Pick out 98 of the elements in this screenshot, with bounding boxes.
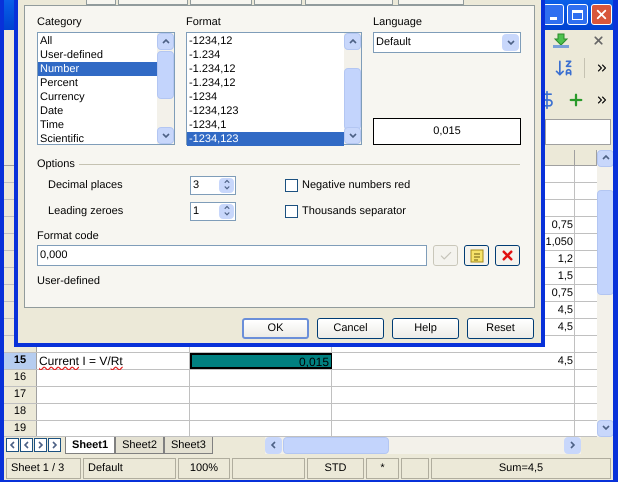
scrollbar[interactable] <box>597 150 613 437</box>
tab-edge[interactable] <box>86 0 116 5</box>
status-field: * <box>366 458 399 479</box>
sheet-nav-button[interactable] <box>6 438 19 452</box>
row-header[interactable]: 15 <box>4 352 37 369</box>
table-cell: 4,5 <box>332 352 575 369</box>
list-item[interactable]: -1.234,12 <box>187 76 344 90</box>
sheet-nav-button[interactable] <box>48 438 61 452</box>
delete-button[interactable] <box>495 245 520 266</box>
language-label: Language <box>373 15 423 30</box>
scrollbar[interactable] <box>157 33 174 144</box>
scroll-down-button[interactable] <box>157 127 174 144</box>
sheet-tab[interactable]: Sheet3 <box>164 436 213 454</box>
download-icon[interactable] <box>552 32 570 49</box>
dropdown-button[interactable] <box>502 34 519 51</box>
row-header[interactable]: 19 <box>4 420 37 436</box>
dialog-button[interactable]: Help <box>392 318 459 339</box>
row-header[interactable]: 17 <box>4 386 37 403</box>
minimize-icon <box>550 17 557 20</box>
list-item[interactable]: Date <box>38 104 157 118</box>
scroll-down-button[interactable] <box>597 420 613 437</box>
horizontal-scrollbar[interactable] <box>265 436 581 454</box>
scroll-up-button[interactable] <box>344 33 361 50</box>
list-item[interactable]: Time <box>38 118 157 132</box>
minimize-button[interactable] <box>543 4 564 26</box>
scroll-down-button[interactable] <box>344 127 361 144</box>
sheet-tab[interactable]: Sheet2 <box>115 436 164 454</box>
tab-edge[interactable] <box>398 0 464 5</box>
list-item[interactable]: Scientific <box>38 132 157 146</box>
scroll-thumb[interactable] <box>157 51 174 99</box>
sheet-tab[interactable]: Sheet1 <box>65 436 116 454</box>
spin-field[interactable]: 3 <box>190 176 236 194</box>
status-field: Sum=4,5 <box>431 458 611 479</box>
maximize-button[interactable] <box>567 4 588 26</box>
format-description: User-defined <box>37 274 101 289</box>
dialog-button[interactable]: OK <box>242 318 309 339</box>
preview-box: 0,015 <box>373 118 521 145</box>
list-item[interactable]: Currency <box>38 90 157 104</box>
chevron-down-icon <box>506 38 514 46</box>
tab-edge[interactable] <box>254 0 302 5</box>
row-header[interactable]: 18 <box>4 404 37 420</box>
list-item[interactable]: -1234 <box>187 90 344 104</box>
close-icon[interactable] <box>592 34 605 48</box>
dialog-button[interactable]: Reset <box>467 318 534 339</box>
dialog-button[interactable]: Cancel <box>317 318 384 339</box>
tab-edge[interactable] <box>118 0 188 5</box>
options-heading: Options <box>37 156 75 172</box>
sheet-nav-button[interactable] <box>20 438 33 452</box>
list-item[interactable]: -1234,123 <box>187 132 344 146</box>
category-label: Category <box>37 15 83 30</box>
scroll-thumb[interactable] <box>283 436 389 454</box>
status-field: STD <box>307 458 364 479</box>
input-field[interactable] <box>545 119 611 146</box>
comment-button[interactable] <box>464 245 489 266</box>
scroll-left-button[interactable] <box>265 436 282 454</box>
close-icon <box>500 248 515 263</box>
add-decimal-icon[interactable] <box>567 90 585 109</box>
scroll-right-button[interactable] <box>564 436 581 454</box>
scroll-up-button[interactable] <box>157 33 174 50</box>
status-field: Default <box>83 458 176 479</box>
spin-buttons[interactable] <box>219 204 234 218</box>
tab-edge[interactable] <box>190 0 252 5</box>
spin-buttons[interactable] <box>219 178 234 192</box>
sort-descending-icon[interactable] <box>554 58 574 78</box>
tab-edge[interactable] <box>305 0 393 5</box>
status-field: Sheet 1 / 3 <box>6 458 81 479</box>
option-label: Decimal places <box>48 178 124 193</box>
format-label: Format <box>186 15 222 30</box>
list-item[interactable]: -1.234,12 <box>187 62 344 76</box>
list-item[interactable]: -1234,1 <box>187 118 344 132</box>
spin-field[interactable]: 1 <box>190 202 236 220</box>
sheet-nav-button[interactable] <box>34 438 47 452</box>
checkbox[interactable] <box>285 204 298 218</box>
list-item[interactable]: -1234,123 <box>187 104 344 118</box>
list-item[interactable]: User-defined <box>38 48 157 62</box>
note-icon <box>470 248 484 262</box>
format-code-field[interactable]: 0,000 <box>37 245 427 266</box>
table-cell: 0,015 <box>190 352 332 369</box>
checkbox-label: Negative numbers red <box>302 178 410 193</box>
scrollbar[interactable] <box>344 33 361 144</box>
row-header[interactable]: 16 <box>4 370 37 386</box>
scroll-thumb[interactable] <box>597 190 613 295</box>
format-code-label: Format code <box>37 229 100 244</box>
list-item[interactable]: -1.234 <box>187 48 344 62</box>
close-button[interactable] <box>591 4 612 26</box>
list-item[interactable]: -1234,12 <box>187 34 344 48</box>
status-field: 100% <box>178 458 230 479</box>
status-field <box>401 458 429 479</box>
maximize-icon <box>572 10 583 20</box>
checkbox[interactable] <box>285 178 298 192</box>
scroll-up-button[interactable] <box>597 150 613 167</box>
list-item[interactable]: All <box>38 34 157 48</box>
list-item[interactable]: Percent <box>38 76 157 90</box>
checkbox-label: Thousands separator <box>302 204 406 219</box>
option-label: Leading zeroes <box>48 204 124 219</box>
list-item[interactable]: Number <box>38 62 157 76</box>
scroll-thumb[interactable] <box>344 68 361 130</box>
language-dropdown[interactable]: Default <box>373 32 521 53</box>
